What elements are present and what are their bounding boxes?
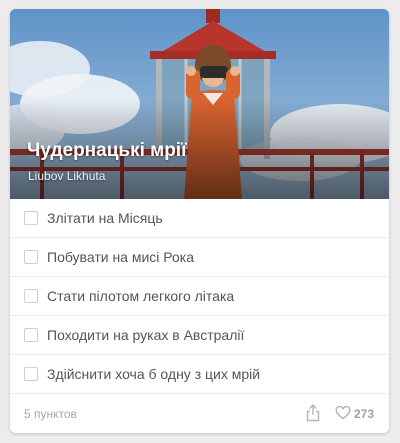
share-icon[interactable] (306, 404, 320, 422)
list-item-label: Походити на руках в Австралії (47, 327, 245, 343)
list-item[interactable]: Здійснити хоча б одну з цих мрій (10, 355, 389, 394)
card-footer: 5 пунктов 273 (10, 397, 389, 433)
checkbox[interactable] (24, 211, 38, 225)
list-item-label: Злітати на Місяць (47, 210, 163, 226)
cover-image[interactable]: Чудернацькі мрії Liubov Likhuta (10, 9, 389, 199)
card-title[interactable]: Чудернацькі мрії (27, 140, 186, 162)
like-count: 273 (354, 407, 375, 421)
list-item[interactable]: Злітати на Місяць (10, 199, 389, 238)
wishlist-card: Чудернацькі мрії Liubov Likhuta Злітати … (10, 9, 389, 433)
checkbox[interactable] (24, 250, 38, 264)
list-item[interactable]: Побувати на мисі Рока (10, 238, 389, 277)
heart-icon (335, 405, 351, 420)
item-count: 5 пунктов (24, 407, 77, 421)
card-author[interactable]: Liubov Likhuta (28, 169, 105, 183)
list-item[interactable]: Стати пілотом легкого літака (10, 277, 389, 316)
list-item[interactable]: Походити на руках в Австралії (10, 316, 389, 355)
checkbox[interactable] (24, 367, 38, 381)
checkbox[interactable] (24, 328, 38, 342)
checkbox[interactable] (24, 289, 38, 303)
list-item-label: Здійснити хоча б одну з цих мрій (47, 366, 261, 382)
list-item-label: Стати пілотом легкого літака (47, 288, 235, 304)
list-item-label: Побувати на мисі Рока (47, 249, 195, 265)
checklist: Злітати на Місяць Побувати на мисі Рока … (10, 199, 389, 394)
